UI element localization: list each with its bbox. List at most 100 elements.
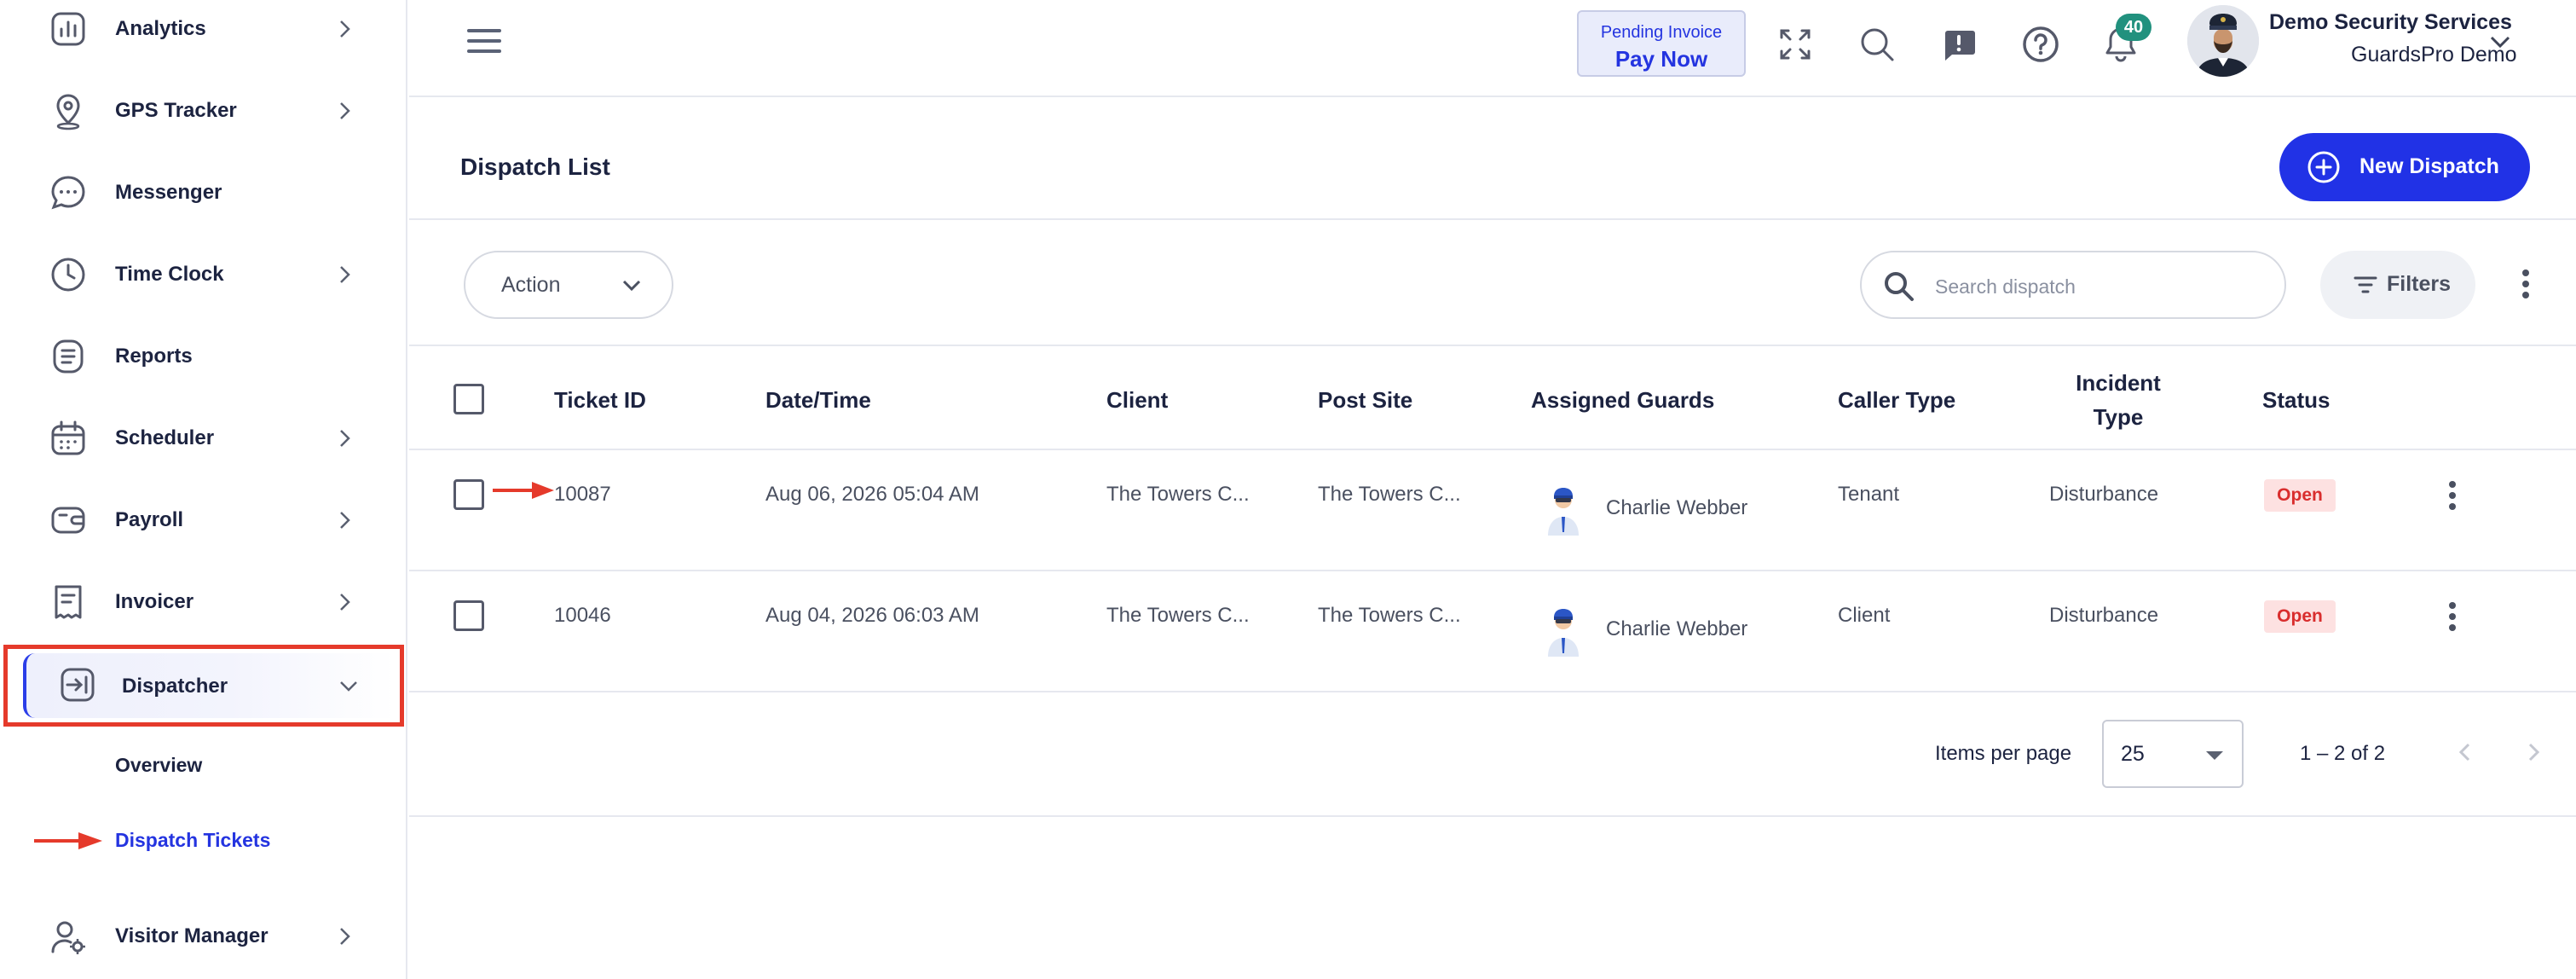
chevron-right-icon (340, 594, 350, 611)
items-per-page-label: Items per page (1935, 742, 2072, 765)
sidebar-item-scheduler[interactable]: Scheduler (0, 397, 407, 479)
sidebar-subitem-dispatch-tickets[interactable]: Dispatch Tickets (115, 829, 270, 852)
red-arrow-annotation (34, 832, 102, 849)
chevron-right-icon (340, 928, 350, 945)
page-range-label: 1 – 2 of 2 (2300, 742, 2386, 765)
chevron-down-icon (340, 681, 357, 692)
cell-incident-type: Disturbance (2049, 483, 2159, 506)
red-arrow-annotation (493, 482, 554, 499)
action-label: Action (501, 273, 561, 297)
table-header: Ticket ID Date/Time Client Post Site Ass… (409, 348, 2576, 450)
row-checkbox[interactable] (453, 479, 484, 510)
page-title-bar: Dispatch List New Dispatch (409, 99, 2576, 220)
select-all-checkbox[interactable] (453, 384, 484, 414)
guard-avatar-icon (1548, 488, 1579, 536)
notification-count-badge: 40 (2116, 14, 2151, 41)
search-input[interactable] (1935, 268, 2267, 305)
visitor-icon (51, 921, 85, 954)
cell-incident-type: Disturbance (2049, 604, 2159, 627)
cell-caller-type: Tenant (1838, 483, 1900, 506)
avatar[interactable] (2187, 5, 2259, 77)
fullscreen-icon[interactable] (1775, 24, 1816, 65)
column-header-ticket-id[interactable]: Ticket ID (554, 387, 646, 414)
sidebar-item-payroll[interactable]: Payroll (0, 479, 407, 561)
sidebar-item-visitor-manager[interactable]: Visitor Manager (0, 895, 407, 977)
sidebar-item-gps-tracker[interactable]: GPS Tracker (0, 70, 407, 152)
next-page-icon[interactable] (2518, 737, 2549, 768)
sidebar-item-invoicer[interactable]: Invoicer (0, 561, 407, 643)
column-header-post-site[interactable]: Post Site (1318, 387, 1412, 414)
sidebar-item-label: Dispatcher (122, 675, 228, 698)
column-header-datetime[interactable]: Date/Time (765, 387, 871, 414)
more-options-icon[interactable] (2521, 269, 2530, 300)
search-icon (1885, 272, 1914, 301)
sidebar-item-analytics[interactable]: Analytics (0, 0, 407, 70)
row-more-options-icon[interactable] (2448, 602, 2457, 633)
menu-icon[interactable] (467, 29, 501, 56)
feedback-icon[interactable] (1938, 24, 1979, 65)
chevron-right-icon (340, 20, 350, 38)
column-header-incident-line1[interactable]: Incident (2071, 370, 2165, 397)
cell-client: The Towers C... (1106, 483, 1250, 506)
cell-ticket-id[interactable]: 10046 (554, 604, 611, 628)
items-per-page-value: 25 (2121, 742, 2145, 766)
sidebar-item-messenger[interactable]: Messenger (0, 152, 407, 234)
items-per-page-select[interactable]: 25 (2102, 720, 2244, 788)
table-row[interactable]: 10046 Aug 04, 2026 06:03 AM The Towers C… (409, 571, 2576, 692)
search-field[interactable] (1860, 251, 2286, 319)
search-icon[interactable] (1857, 24, 1897, 65)
cell-assigned-guard[interactable]: Charlie Webber (1606, 496, 1747, 520)
sidebar-item-dispatcher[interactable]: Dispatcher (3, 645, 404, 727)
wallet-icon (51, 507, 85, 534)
cell-assigned-guard[interactable]: Charlie Webber (1606, 617, 1747, 641)
sidebar-item-label: Messenger (115, 181, 222, 204)
pay-now-label: Pay Now (1614, 46, 1708, 72)
row-more-options-icon[interactable] (2448, 481, 2457, 512)
row-checkbox[interactable] (453, 600, 484, 631)
sidebar-item-label: Time Clock (115, 263, 224, 286)
cell-client: The Towers C... (1106, 604, 1250, 627)
column-header-status[interactable]: Status (2262, 387, 2330, 414)
dropdown-arrow-icon (2206, 751, 2223, 760)
sidebar-item-label: GPS Tracker (115, 99, 237, 122)
top-header: Pending Invoice Pay Now 40 Demo Security… (409, 0, 2576, 97)
plus-circle-icon (2307, 151, 2340, 183)
cell-datetime: Aug 06, 2026 05:04 AM (765, 483, 979, 506)
column-header-incident-line2[interactable]: Type (2071, 404, 2165, 431)
column-header-assigned-guards[interactable]: Assigned Guards (1531, 387, 1714, 414)
report-icon (53, 339, 84, 374)
filter-icon (2354, 276, 2377, 293)
table-row[interactable]: 10087 Aug 06, 2026 05:04 AM The Towers C… (409, 450, 2576, 571)
cell-ticket-id[interactable]: 10087 (554, 483, 611, 507)
chevron-down-icon[interactable] (2487, 29, 2513, 55)
analytics-icon (51, 12, 85, 46)
pending-invoice-label: Pending Invoice (1600, 23, 1723, 42)
cell-caller-type: Client (1838, 604, 1891, 627)
pay-now-button[interactable]: Pending Invoice Pay Now (1577, 10, 1746, 77)
location-pin-icon (56, 94, 80, 130)
column-header-client[interactable]: Client (1106, 387, 1168, 414)
sidebar-item-label: Scheduler (115, 426, 215, 449)
status-badge: Open (2264, 600, 2336, 633)
chevron-right-icon (340, 266, 350, 283)
chat-bubble-icon (51, 176, 85, 210)
cell-post-site: The Towers C... (1318, 483, 1461, 506)
previous-page-icon[interactable] (2450, 737, 2481, 768)
sidebar-item-label: Invoicer (115, 590, 194, 613)
filters-button[interactable]: Filters (2320, 251, 2475, 319)
dispatch-icon (61, 668, 95, 702)
new-dispatch-button[interactable]: New Dispatch (2279, 133, 2530, 201)
chevron-right-icon (340, 430, 350, 447)
sidebar-item-label: Payroll (115, 508, 184, 531)
table-toolbar: Action Filters (409, 222, 2576, 346)
calendar-icon (51, 420, 85, 455)
help-icon[interactable] (2020, 24, 2061, 65)
sidebar-item-time-clock[interactable]: Time Clock (0, 234, 407, 316)
action-dropdown[interactable]: Action (464, 251, 673, 319)
sidebar-item-reports[interactable]: Reports (0, 316, 407, 397)
filters-label: Filters (2387, 272, 2452, 296)
chevron-right-icon (340, 102, 350, 119)
column-header-caller-type[interactable]: Caller Type (1838, 387, 1955, 414)
sidebar-subitem-overview[interactable]: Overview (115, 754, 202, 777)
cell-post-site: The Towers C... (1318, 604, 1461, 627)
